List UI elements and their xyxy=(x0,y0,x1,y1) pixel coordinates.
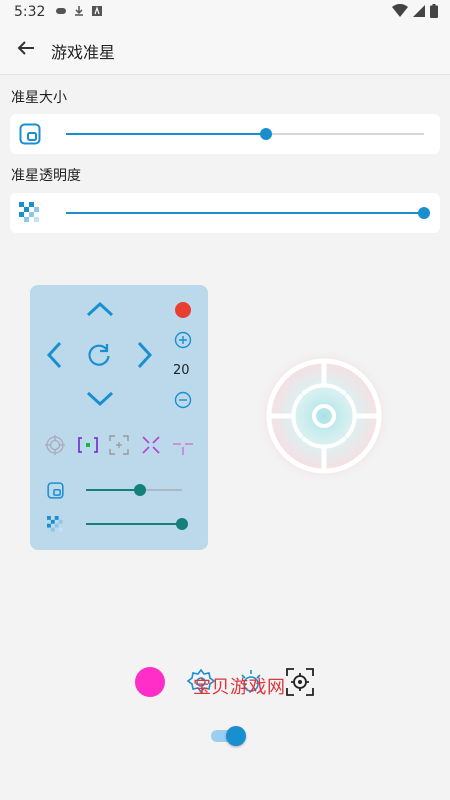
crosshair-style-x-icon[interactable] xyxy=(141,435,161,455)
status-bar: 5:32 xyxy=(0,0,450,26)
toggle-thumb[interactable] xyxy=(226,726,246,746)
panel-size-slider-fill xyxy=(86,489,140,491)
battery-icon xyxy=(430,4,438,18)
crosshair-style-circle-icon[interactable] xyxy=(45,435,65,455)
gamepad-icon xyxy=(56,8,66,14)
arrow-right-icon[interactable] xyxy=(136,340,154,370)
opacity-slider[interactable] xyxy=(66,207,430,219)
arrow-left-icon[interactable] xyxy=(45,340,63,370)
arrow-up-icon[interactable] xyxy=(85,300,115,318)
panel-opacity-slider-thumb[interactable] xyxy=(176,518,188,530)
panel-transparency-icon xyxy=(47,516,63,532)
counter-value: 20 xyxy=(173,363,190,378)
download-icon xyxy=(75,6,83,16)
font-icon xyxy=(92,6,102,16)
plus-circle-icon[interactable] xyxy=(174,331,192,349)
page-title: 游戏准星 xyxy=(51,43,116,62)
crosshair-style-t-icon[interactable] xyxy=(172,435,194,455)
opacity-label: 准星透明度 xyxy=(11,168,81,184)
target-focus-icon[interactable] xyxy=(285,667,315,697)
size-label: 准星大小 xyxy=(11,90,67,106)
app-bar: 游戏准星 xyxy=(0,26,450,75)
panel-size-icon xyxy=(47,482,64,499)
size-slider-fill xyxy=(66,133,267,135)
reset-icon[interactable] xyxy=(86,342,112,368)
size-slider-thumb[interactable] xyxy=(260,128,273,140)
control-panel xyxy=(30,285,208,550)
back-arrow-icon[interactable] xyxy=(14,36,38,60)
crosshair-style-corner-icon[interactable] xyxy=(109,435,129,455)
crosshair-style-bracket-icon[interactable] xyxy=(77,435,99,455)
signal-icon xyxy=(413,5,425,17)
opacity-slider-fill xyxy=(66,212,424,214)
panel-size-slider[interactable] xyxy=(86,484,182,496)
size-card xyxy=(10,114,440,154)
panel-opacity-slider-fill xyxy=(86,523,182,525)
color-picker-icon[interactable] xyxy=(135,667,165,697)
toggle-switch[interactable] xyxy=(211,726,247,746)
wifi-icon xyxy=(392,4,408,17)
watermark-text: 宝贝游戏网 xyxy=(193,677,286,698)
crosshair-preview[interactable] xyxy=(256,348,392,484)
transparency-icon xyxy=(19,202,39,222)
size-icon xyxy=(19,123,41,145)
panel-size-slider-thumb[interactable] xyxy=(133,484,146,496)
opacity-card xyxy=(10,193,440,233)
panel-opacity-slider[interactable] xyxy=(86,518,188,530)
status-time: 5:32 xyxy=(14,4,46,20)
color-dot-icon[interactable] xyxy=(174,301,192,319)
size-slider[interactable] xyxy=(66,128,424,140)
opacity-slider-thumb[interactable] xyxy=(418,207,430,219)
minus-circle-icon[interactable] xyxy=(174,391,192,409)
arrow-down-icon[interactable] xyxy=(85,390,115,408)
